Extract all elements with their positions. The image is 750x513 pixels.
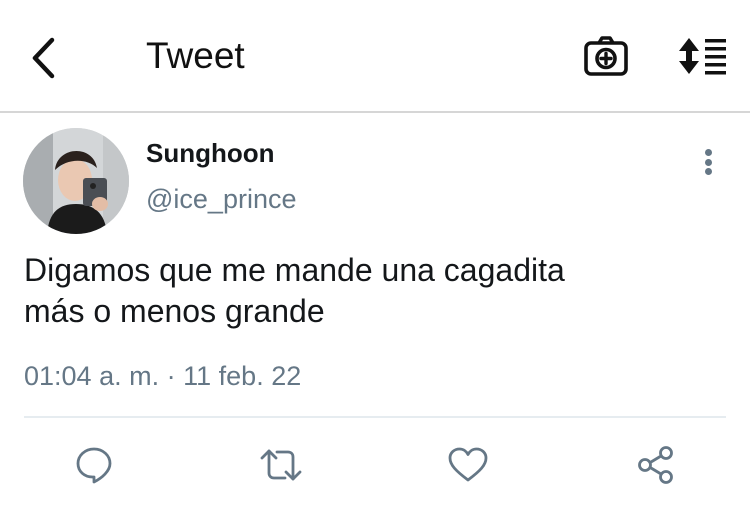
meta-separator: · <box>166 361 176 391</box>
share-button[interactable] <box>632 441 680 489</box>
more-dot-icon <box>704 168 712 175</box>
camera-add-icon <box>584 36 628 76</box>
author-handle[interactable]: @ice_prince <box>146 182 296 216</box>
comment-icon <box>76 447 112 484</box>
author-name[interactable]: Sunghoon <box>146 136 275 170</box>
more-dot-icon <box>704 158 712 166</box>
chevron-left-icon <box>32 37 55 79</box>
tweet-time: 01:04 a. m. <box>24 361 160 391</box>
header-divider <box>0 111 750 113</box>
tweet-timestamp: 01:04 a. m. · 11 feb. 22 <box>24 358 301 394</box>
back-button[interactable] <box>22 30 66 86</box>
camera-button[interactable] <box>582 34 630 80</box>
sort-list-icon <box>679 38 726 75</box>
like-button[interactable] <box>444 441 492 489</box>
retweet-icon <box>260 449 302 481</box>
tweet-text-line: más o menos grande <box>24 293 325 329</box>
tweet-date: 11 feb. 22 <box>183 361 302 391</box>
page-title: Tweet <box>146 35 245 76</box>
more-options-button[interactable] <box>694 144 722 180</box>
retweet-button[interactable] <box>257 441 305 489</box>
reply-button[interactable] <box>70 441 118 489</box>
tweet-text-line: Digamos que me mande una cagadita <box>24 252 565 288</box>
heart-icon <box>448 447 488 482</box>
content-divider <box>24 416 726 418</box>
more-dot-icon <box>704 149 712 156</box>
avatar-photo <box>23 128 129 234</box>
share-icon <box>638 446 673 484</box>
avatar[interactable] <box>23 128 129 234</box>
tweet-text: Digamos que me mande una cagadita más o … <box>24 250 724 332</box>
sort-button[interactable] <box>674 34 730 78</box>
top-bar: Tweet <box>0 0 750 111</box>
